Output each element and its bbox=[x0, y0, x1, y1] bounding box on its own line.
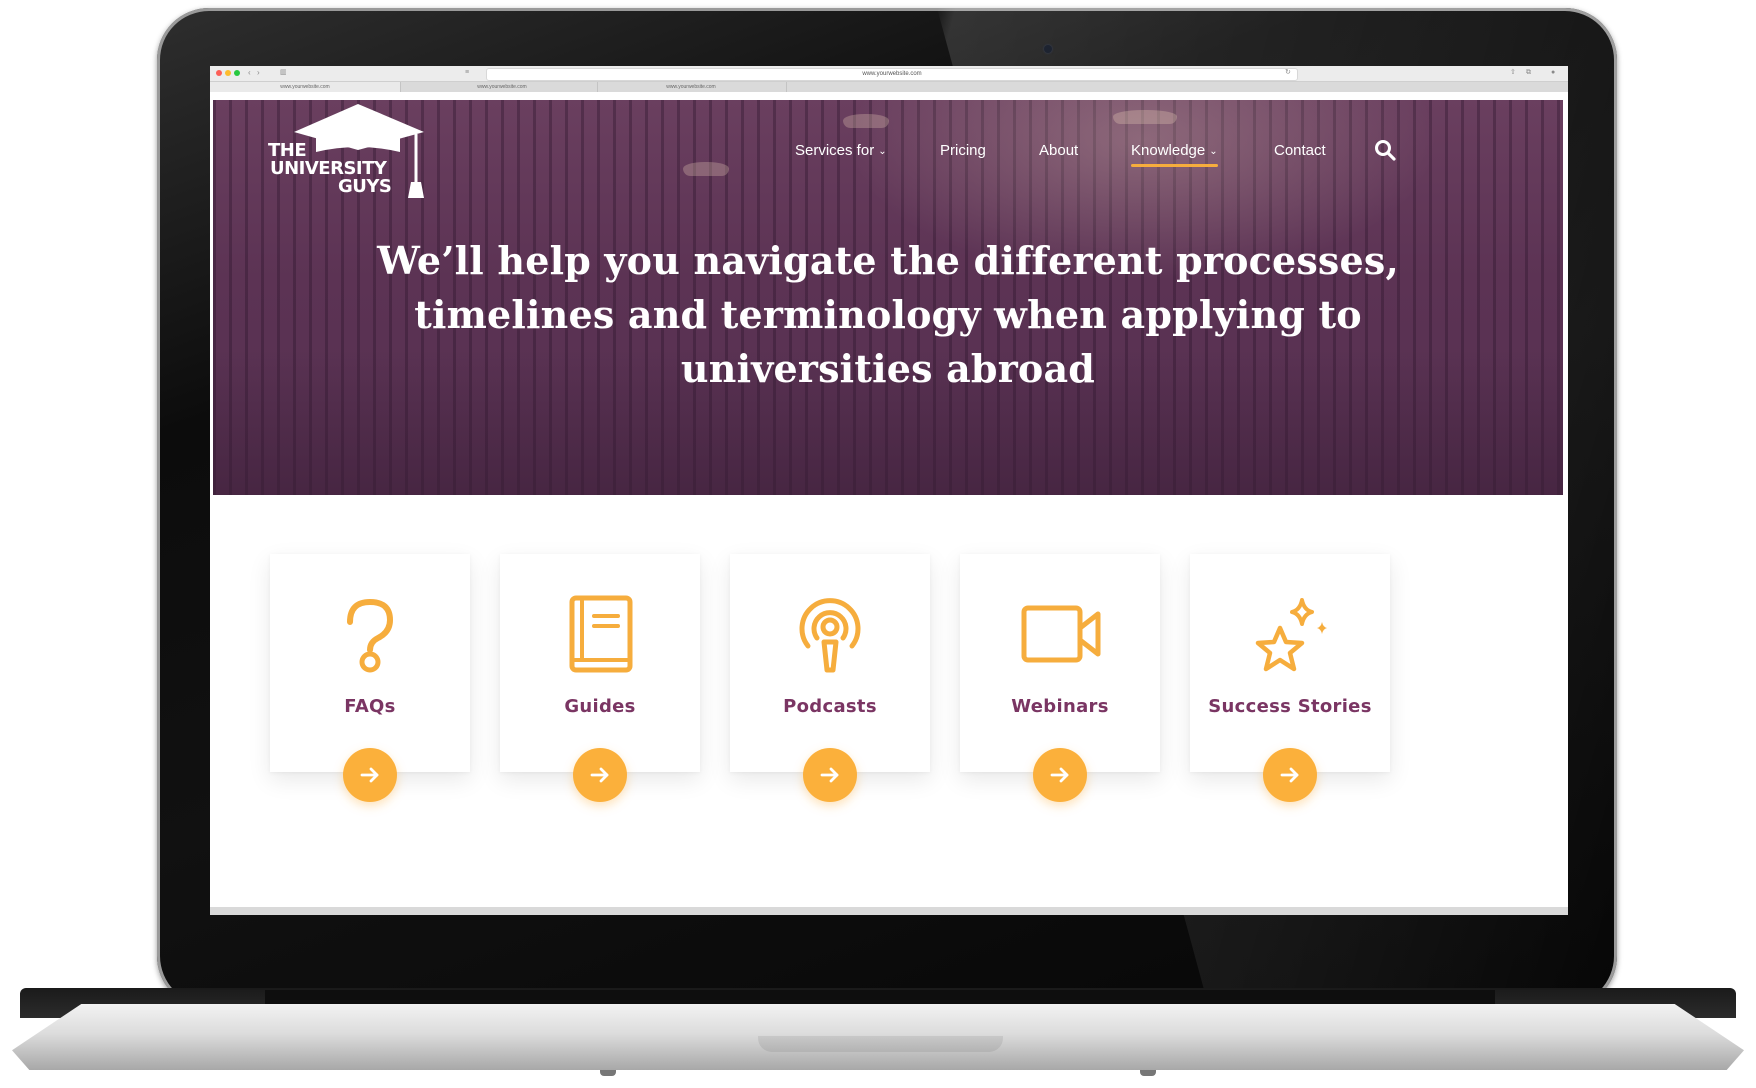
downloads-icon[interactable]: ● bbox=[1551, 68, 1555, 78]
lamp-glow bbox=[843, 114, 889, 128]
card-title: Podcasts bbox=[783, 696, 877, 717]
card-success-stories[interactable]: Success Stories bbox=[1190, 554, 1390, 802]
close-window-button[interactable] bbox=[216, 70, 222, 76]
nav-knowledge-label: Knowledge bbox=[1131, 142, 1206, 159]
hero-section: THE UNIVERSITY GUYS Services for ⌄ Pricin… bbox=[213, 100, 1563, 495]
forward-icon[interactable]: › bbox=[257, 68, 260, 78]
chevron-down-icon: ⌄ bbox=[878, 146, 887, 157]
nav-contact[interactable]: Contact bbox=[1274, 141, 1326, 161]
card-title: Guides bbox=[564, 696, 636, 717]
screen: ‹ › ▥ ≡ www.yourwebsite.com ↻ ⇧ ⧉ ● www.… bbox=[210, 66, 1568, 915]
card-arrow-button[interactable] bbox=[343, 748, 397, 802]
podcast-icon bbox=[799, 598, 861, 673]
headline-line: We’ll help you navigate the different pr… bbox=[377, 238, 1399, 283]
laptop-notch bbox=[758, 1036, 1003, 1052]
back-icon[interactable]: ‹ bbox=[248, 68, 251, 78]
reader-icon[interactable]: ≡ bbox=[465, 68, 469, 78]
arrow-right-icon bbox=[1050, 767, 1069, 783]
browser-tab[interactable]: www.yourwebsite.com bbox=[596, 82, 787, 92]
search-button[interactable] bbox=[1373, 138, 1397, 162]
zoom-window-button[interactable] bbox=[234, 70, 240, 76]
chevron-down-icon: ⌄ bbox=[1209, 146, 1218, 157]
tabs-overview-icon[interactable]: ⧉ bbox=[1526, 68, 1531, 78]
screen-bottom-edge bbox=[210, 907, 1568, 915]
hero-headline: We’ll help you navigate the different pr… bbox=[283, 234, 1493, 396]
logo-text-line: GUYS bbox=[338, 176, 392, 197]
share-icon[interactable]: ⇧ bbox=[1510, 68, 1516, 78]
headline-line: universities abroad bbox=[680, 346, 1096, 391]
headline-line: timelines and terminology when applying … bbox=[414, 292, 1362, 337]
lamp-glow bbox=[1113, 110, 1177, 124]
card-arrow-button[interactable] bbox=[1263, 748, 1317, 802]
browser-tabs: www.yourwebsite.com www.yourwebsite.com … bbox=[210, 82, 1568, 92]
arrow-right-icon bbox=[820, 767, 839, 783]
card-arrow-button[interactable] bbox=[573, 748, 627, 802]
sidebar-icon[interactable]: ▥ bbox=[280, 68, 287, 78]
minimize-window-button[interactable] bbox=[225, 70, 231, 76]
card-guides[interactable]: Guides bbox=[500, 554, 700, 802]
browser-toolbar: ‹ › ▥ ≡ www.yourwebsite.com ↻ ⇧ ⧉ ● bbox=[210, 66, 1568, 82]
arrow-right-icon bbox=[1280, 767, 1299, 783]
address-bar[interactable]: www.yourwebsite.com bbox=[486, 68, 1298, 81]
nav-knowledge[interactable]: Knowledge ⌄ bbox=[1131, 141, 1218, 167]
nav-services-label: Services for bbox=[795, 142, 875, 159]
card-arrow-button[interactable] bbox=[1033, 748, 1087, 802]
browser-tab[interactable]: www.yourwebsite.com bbox=[407, 82, 598, 92]
nav-pricing[interactable]: Pricing bbox=[940, 141, 986, 161]
question-icon bbox=[347, 598, 394, 673]
lamp-glow bbox=[683, 162, 729, 176]
nav-services-for[interactable]: Services for ⌄ bbox=[795, 141, 887, 162]
card-podcasts[interactable]: Podcasts bbox=[730, 554, 930, 802]
card-title: FAQs bbox=[344, 696, 396, 717]
card-faqs[interactable]: FAQs bbox=[270, 554, 470, 802]
card-arrow-button[interactable] bbox=[803, 748, 857, 802]
arrow-right-icon bbox=[360, 767, 379, 783]
laptop-foot bbox=[600, 1070, 616, 1076]
book-icon bbox=[569, 595, 633, 673]
site-logo[interactable]: THE UNIVERSITY GUYS bbox=[268, 102, 428, 202]
nav-about[interactable]: About bbox=[1039, 141, 1078, 161]
video-camera-icon bbox=[1021, 605, 1101, 663]
card-webinars[interactable]: Webinars bbox=[960, 554, 1160, 802]
star-sparkle-icon bbox=[1255, 598, 1327, 672]
card-title: Success Stories bbox=[1208, 696, 1372, 717]
reload-icon[interactable]: ↻ bbox=[1285, 68, 1291, 78]
search-icon bbox=[1375, 140, 1396, 161]
browser-tab[interactable]: www.yourwebsite.com bbox=[210, 82, 401, 92]
laptop-foot bbox=[1140, 1070, 1156, 1076]
card-title: Webinars bbox=[1011, 696, 1109, 717]
arrow-right-icon bbox=[590, 767, 609, 783]
webcam bbox=[1044, 45, 1052, 53]
active-nav-indicator bbox=[1131, 164, 1218, 167]
